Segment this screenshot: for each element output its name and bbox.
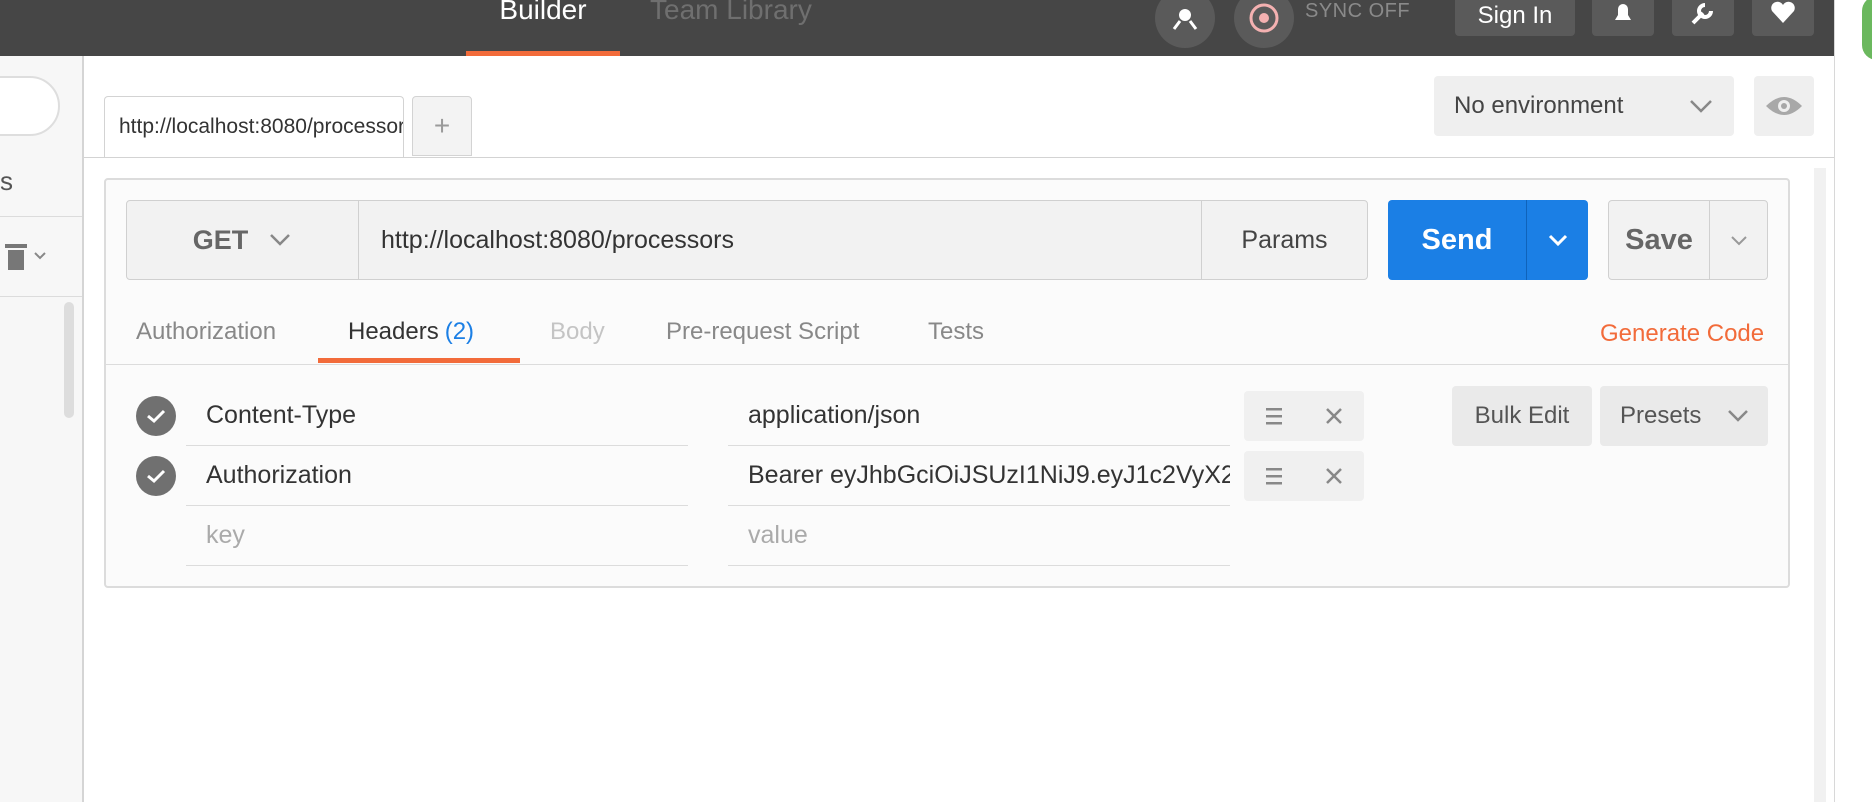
method-select[interactable]: GET bbox=[127, 201, 359, 279]
chevron-down-icon bbox=[34, 252, 46, 260]
main-scrollbar[interactable] bbox=[1814, 168, 1826, 802]
sidebar-divider bbox=[0, 296, 82, 297]
eye-icon bbox=[1766, 97, 1802, 115]
drag-handle-icon[interactable] bbox=[1265, 465, 1283, 487]
sidebar-scrollbar[interactable] bbox=[64, 302, 74, 418]
header-value-field[interactable]: Bearer eyJhbGciOiJSUzI1NiJ9.eyJ1c2VyX25 bbox=[728, 446, 1230, 506]
heart-icon bbox=[1771, 1, 1795, 24]
chevron-down-icon bbox=[270, 234, 291, 246]
sync-icon bbox=[1249, 3, 1279, 33]
checkmark-icon bbox=[147, 469, 166, 484]
url-input[interactable]: http://localhost:8080/processors bbox=[359, 201, 1201, 279]
tab-body[interactable]: Body bbox=[550, 318, 605, 346]
tab-tests[interactable]: Tests bbox=[928, 318, 984, 346]
add-tab-button[interactable]: + bbox=[412, 96, 472, 156]
notifications-button[interactable] bbox=[1592, 0, 1654, 36]
tab-headers[interactable]: Headers (2) bbox=[348, 318, 474, 346]
heart-button[interactable] bbox=[1752, 0, 1814, 36]
header-key-field[interactable]: Authorization bbox=[186, 446, 688, 506]
sync-button[interactable] bbox=[1234, 0, 1294, 48]
drag-handle-icon[interactable] bbox=[1265, 405, 1283, 427]
postman-window: Builder Team Library SYNC OFF Sign In s … bbox=[0, 0, 1872, 802]
params-button[interactable]: Params bbox=[1201, 201, 1367, 279]
close-icon[interactable] bbox=[1324, 466, 1344, 486]
header-enable-checkbox[interactable] bbox=[136, 456, 176, 496]
chevron-down-icon bbox=[1730, 236, 1747, 246]
window-control-indicator bbox=[1862, 0, 1872, 60]
trash-icon bbox=[5, 244, 27, 270]
presets-dropdown[interactable]: Presets bbox=[1600, 386, 1768, 446]
tab-pre-request-script[interactable]: Pre-request Script bbox=[666, 318, 859, 346]
header-value-field[interactable]: application/json bbox=[728, 386, 1230, 446]
bulk-edit-button[interactable]: Bulk Edit bbox=[1452, 386, 1592, 446]
environment-select[interactable]: No environment bbox=[1434, 76, 1734, 136]
save-button[interactable]: Save bbox=[1609, 201, 1709, 279]
satellite-icon bbox=[1172, 9, 1198, 30]
wrench-icon bbox=[1691, 3, 1713, 25]
generate-code-link[interactable]: Generate Code bbox=[1600, 320, 1764, 348]
sign-in-button[interactable]: Sign In bbox=[1455, 0, 1575, 36]
chevron-down-icon bbox=[1690, 100, 1712, 113]
sync-status: SYNC OFF bbox=[1305, 0, 1411, 22]
new-header-value-field[interactable]: value bbox=[728, 506, 1230, 566]
sidebar-search-input[interactable] bbox=[0, 76, 60, 136]
send-button-group: Send bbox=[1388, 200, 1588, 280]
bell-icon bbox=[1615, 4, 1631, 20]
tabs-divider bbox=[84, 157, 1834, 158]
tab-builder[interactable]: Builder bbox=[466, 0, 620, 56]
headers-count-badge: (2) bbox=[444, 318, 475, 345]
header-row-actions bbox=[1244, 451, 1364, 501]
tab-team-library[interactable]: Team Library bbox=[650, 0, 850, 56]
request-tab[interactable]: http://localhost:8080/processors bbox=[104, 96, 404, 158]
method-label: GET bbox=[192, 224, 249, 255]
checkmark-icon bbox=[147, 409, 166, 424]
window-right-edge bbox=[1834, 0, 1872, 802]
tab-authorization[interactable]: Authorization bbox=[136, 318, 276, 346]
sidebar-tab-fragment: s bbox=[0, 166, 13, 196]
request-url-bar: GET http://localhost:8080/processors Par… bbox=[126, 200, 1368, 280]
environment-label: No environment bbox=[1454, 92, 1624, 119]
save-button-group: Save bbox=[1608, 200, 1768, 280]
chevron-down-icon bbox=[1728, 410, 1748, 422]
close-icon[interactable] bbox=[1324, 406, 1344, 426]
send-button[interactable]: Send bbox=[1388, 200, 1526, 280]
tab-headers-label: Headers bbox=[348, 318, 439, 345]
trash-dropdown[interactable] bbox=[2, 236, 58, 276]
settings-button[interactable] bbox=[1672, 0, 1734, 36]
active-tab-indicator bbox=[318, 358, 520, 363]
new-header-key-field[interactable]: key bbox=[186, 506, 688, 566]
top-bar: Builder Team Library SYNC OFF Sign In bbox=[0, 0, 1834, 56]
send-options-button[interactable] bbox=[1526, 200, 1588, 280]
environment-quick-look-button[interactable] bbox=[1754, 76, 1814, 136]
chevron-down-icon bbox=[1548, 234, 1567, 247]
header-enable-checkbox[interactable] bbox=[136, 396, 176, 436]
interceptor-button[interactable] bbox=[1155, 0, 1215, 48]
sidebar: s bbox=[0, 56, 84, 802]
presets-label: Presets bbox=[1620, 402, 1702, 429]
header-key-field[interactable]: Content-Type bbox=[186, 386, 688, 446]
subtabs-divider bbox=[106, 364, 1788, 365]
header-row-actions bbox=[1244, 391, 1364, 441]
save-options-button[interactable] bbox=[1709, 201, 1767, 279]
sidebar-divider bbox=[0, 216, 82, 217]
